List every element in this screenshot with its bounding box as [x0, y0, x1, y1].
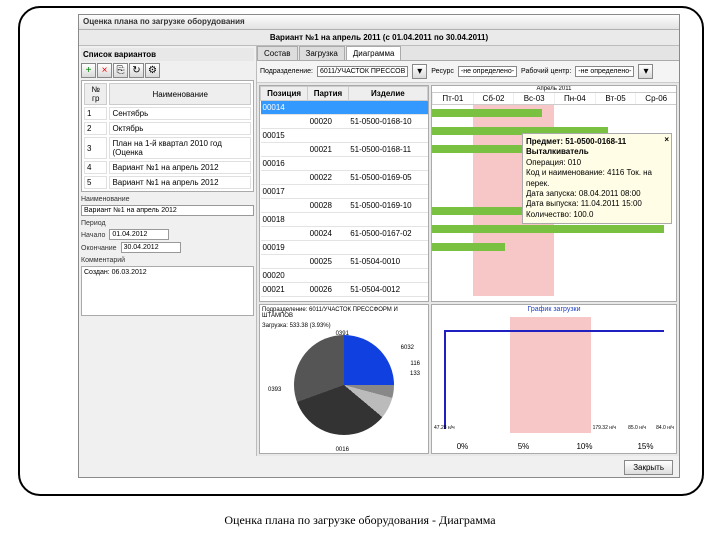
- table-row: 00018: [261, 213, 428, 227]
- gantt-pane[interactable]: Апрель 2011 Пт-01 Сб-02 Вс-03 Пн-04 Вт-0…: [431, 85, 677, 302]
- add-button[interactable]: +: [81, 63, 96, 78]
- table-row: 00017: [261, 185, 428, 199]
- items-table[interactable]: ПозицияПартияИзделие 00014 0002051-0500-…: [260, 86, 428, 297]
- resource-combo[interactable]: -не определено-: [458, 66, 517, 77]
- config-button[interactable]: ⚙: [145, 63, 160, 78]
- table-row: 00019: [261, 241, 428, 255]
- pie-chart[interactable]: [294, 335, 394, 435]
- table-row: 00020: [261, 269, 428, 283]
- workcenter-combo[interactable]: -не определено-: [575, 66, 634, 77]
- period-label: Период: [81, 220, 254, 227]
- end-date-field[interactable]: [121, 242, 181, 253]
- dept-pick-button[interactable]: ▾: [412, 64, 427, 79]
- chart-line: [444, 330, 664, 332]
- table-row: 00014: [261, 101, 428, 115]
- wc-pick-button[interactable]: ▾: [638, 64, 653, 79]
- load-chart-title: График загрузки: [432, 305, 676, 314]
- items-pane: ПозицияПартияИзделие 00014 0002051-0500-…: [259, 85, 429, 302]
- variants-sidebar: Список вариантов + × ⎘ ↻ ⚙ № грНаименова…: [79, 46, 257, 456]
- pie-pane: Подразделение: 6011/УЧАСТОК ПРЕССФОРМ И …: [259, 304, 429, 454]
- table-row: 0002551-0504-0010: [261, 255, 428, 269]
- table-row: 0002251-0500-0169-05: [261, 171, 428, 185]
- copy-button[interactable]: ⎘: [113, 63, 128, 78]
- app-window: Оценка плана по загрузке оборудования Ва…: [78, 14, 680, 478]
- table-row: 5Вариант №1 на апрель 2012: [84, 176, 251, 189]
- variants-title: Список вариантов: [83, 50, 156, 59]
- tab-zagruzka[interactable]: Загрузка: [299, 46, 345, 60]
- start-date-field[interactable]: [109, 229, 169, 240]
- comment-area[interactable]: Создан: 06.03.2012: [81, 266, 254, 316]
- gantt-month: Апрель 2011: [432, 86, 676, 93]
- table-row: 0002461-0500-0167-02: [261, 227, 428, 241]
- table-row: 3План на 1-й квартал 2010 год (Оценка: [84, 137, 251, 159]
- chart-line: [444, 330, 446, 429]
- tab-sostav[interactable]: Состав: [257, 46, 298, 60]
- tab-bar: Состав Загрузка Диаграмма: [257, 46, 679, 61]
- figure-caption: Оценка плана по загрузке оборудования - …: [0, 513, 720, 528]
- table-row: 0002851-0500-0169-10: [261, 199, 428, 213]
- gantt-bar[interactable]: [432, 243, 505, 251]
- variants-grid[interactable]: № грНаименование 1Сентябрь 2Октябрь 3Пла…: [81, 80, 254, 192]
- window-title: Оценка плана по загрузке оборудования: [79, 15, 679, 30]
- gantt-bar[interactable]: [432, 109, 542, 117]
- load-chart-pane[interactable]: График загрузки 47.28 н/ч 179.32 н/ч 85.…: [431, 304, 677, 454]
- name-label: Наименование: [81, 196, 254, 203]
- table-row: 2Октябрь: [84, 122, 251, 135]
- table-row: 00015: [261, 129, 428, 143]
- dept-combo[interactable]: 6011/УЧАСТОК ПРЕССОВ: [317, 66, 408, 77]
- gantt-bar[interactable]: [432, 225, 664, 233]
- filter-toolbar: Подразделение: 6011/УЧАСТОК ПРЕССОВ ▾ Ре…: [257, 61, 679, 83]
- highlight-band: [510, 317, 591, 433]
- table-row: 1Сентябрь: [84, 107, 251, 120]
- close-button[interactable]: Закрыть: [624, 460, 673, 475]
- table-row: 4Вариант №1 на апрель 2012: [84, 161, 251, 174]
- comment-label: Комментарий: [81, 257, 254, 264]
- table-row: 0002051-0500-0168-10: [261, 115, 428, 129]
- table-row: 0002151-0500-0168-11: [261, 143, 428, 157]
- delete-button[interactable]: ×: [97, 63, 112, 78]
- gantt-tooltip: × Предмет: 51-0500-0168-11 Выталкиватель…: [522, 133, 672, 224]
- table-row: 00016: [261, 157, 428, 171]
- table-row: 000210002651-0504-0012: [261, 283, 428, 297]
- name-field[interactable]: [81, 205, 254, 216]
- refresh-button[interactable]: ↻: [129, 63, 144, 78]
- tab-diagram[interactable]: Диаграмма: [346, 46, 402, 60]
- close-icon[interactable]: ×: [664, 135, 669, 145]
- plan-header: Вариант №1 на апрель 2011 (с 01.04.2011 …: [79, 30, 679, 46]
